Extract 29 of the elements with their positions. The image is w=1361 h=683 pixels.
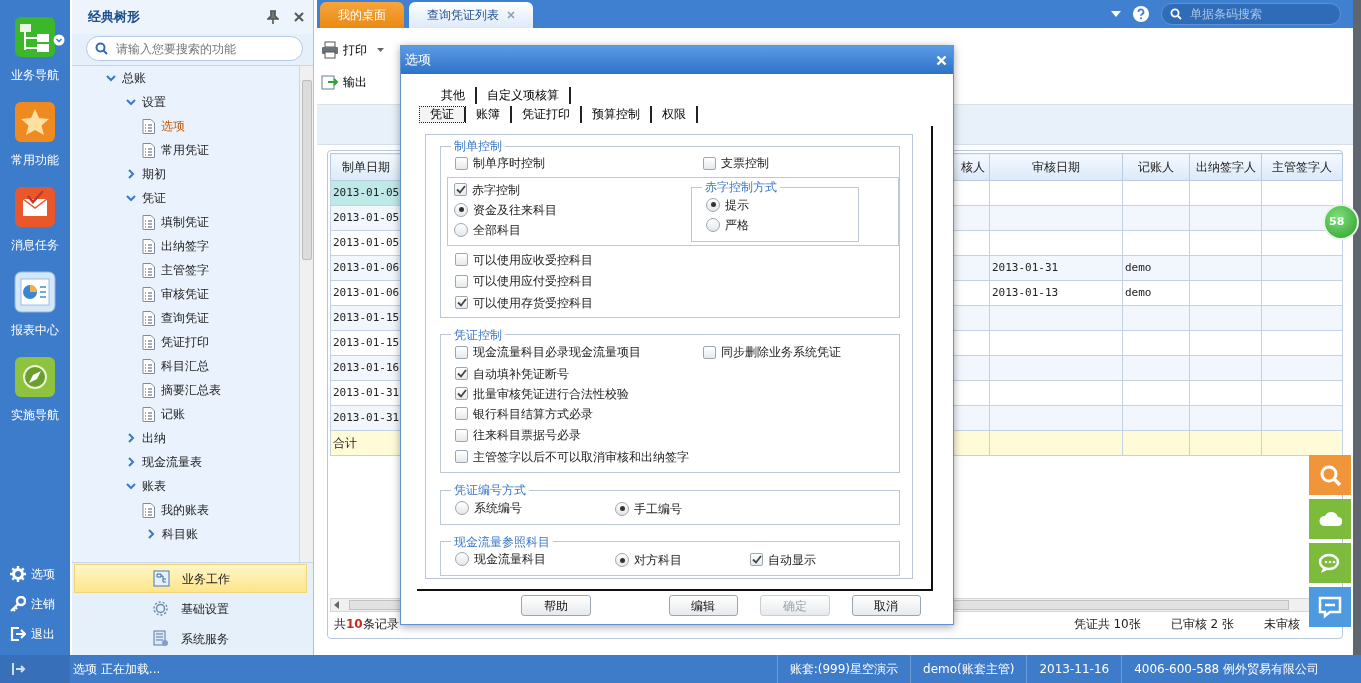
- summary-text: 已审核 2 张: [1170, 616, 1234, 633]
- group-title: 制单控制: [453, 139, 503, 154]
- module-label: 业务工作: [182, 570, 230, 588]
- status-text: 4006-600-588 例外贸易有限公司: [1121, 655, 1331, 683]
- table-cell: 合计: [330, 430, 401, 456]
- panel-title: 经典树形: [88, 8, 141, 27]
- table-cell: demo: [1122, 280, 1190, 306]
- module-label: 基础设置: [181, 600, 229, 618]
- table-cell: 2013-01-05: [330, 180, 401, 206]
- status-text: 账套:(999)星空演示: [776, 655, 910, 683]
- status-message: 选项 正在加载...: [72, 661, 161, 678]
- status-text: demo(账套主管): [910, 655, 1027, 683]
- table-cell: 2013-01-13: [989, 280, 1123, 306]
- module-label: 系统服务: [181, 630, 229, 648]
- table-cell: 2013-01-05: [330, 205, 401, 231]
- table-cell: 2013-01-16: [330, 355, 401, 381]
- table-cell: 2013-01-15: [330, 305, 401, 331]
- dialog-title: 选项: [405, 51, 432, 70]
- status-text: 2013-11-16: [1026, 655, 1122, 683]
- group-title: 凭证控制: [453, 327, 503, 343]
- table-cell: 2013-01-06: [330, 255, 401, 281]
- group-title: 赤字控制方式: [704, 179, 778, 195]
- group-title: 现金流量参照科目: [453, 534, 551, 549]
- summary-text: 未审核: [1264, 616, 1300, 633]
- table-cell: 2013-01-31: [330, 405, 401, 431]
- summary-text: 凭证共 10张: [1073, 616, 1141, 633]
- table-cell: 2013-01-31: [989, 255, 1123, 281]
- record-count: 共10条记录: [334, 616, 399, 633]
- group-title: 凭证编号方式: [453, 483, 527, 498]
